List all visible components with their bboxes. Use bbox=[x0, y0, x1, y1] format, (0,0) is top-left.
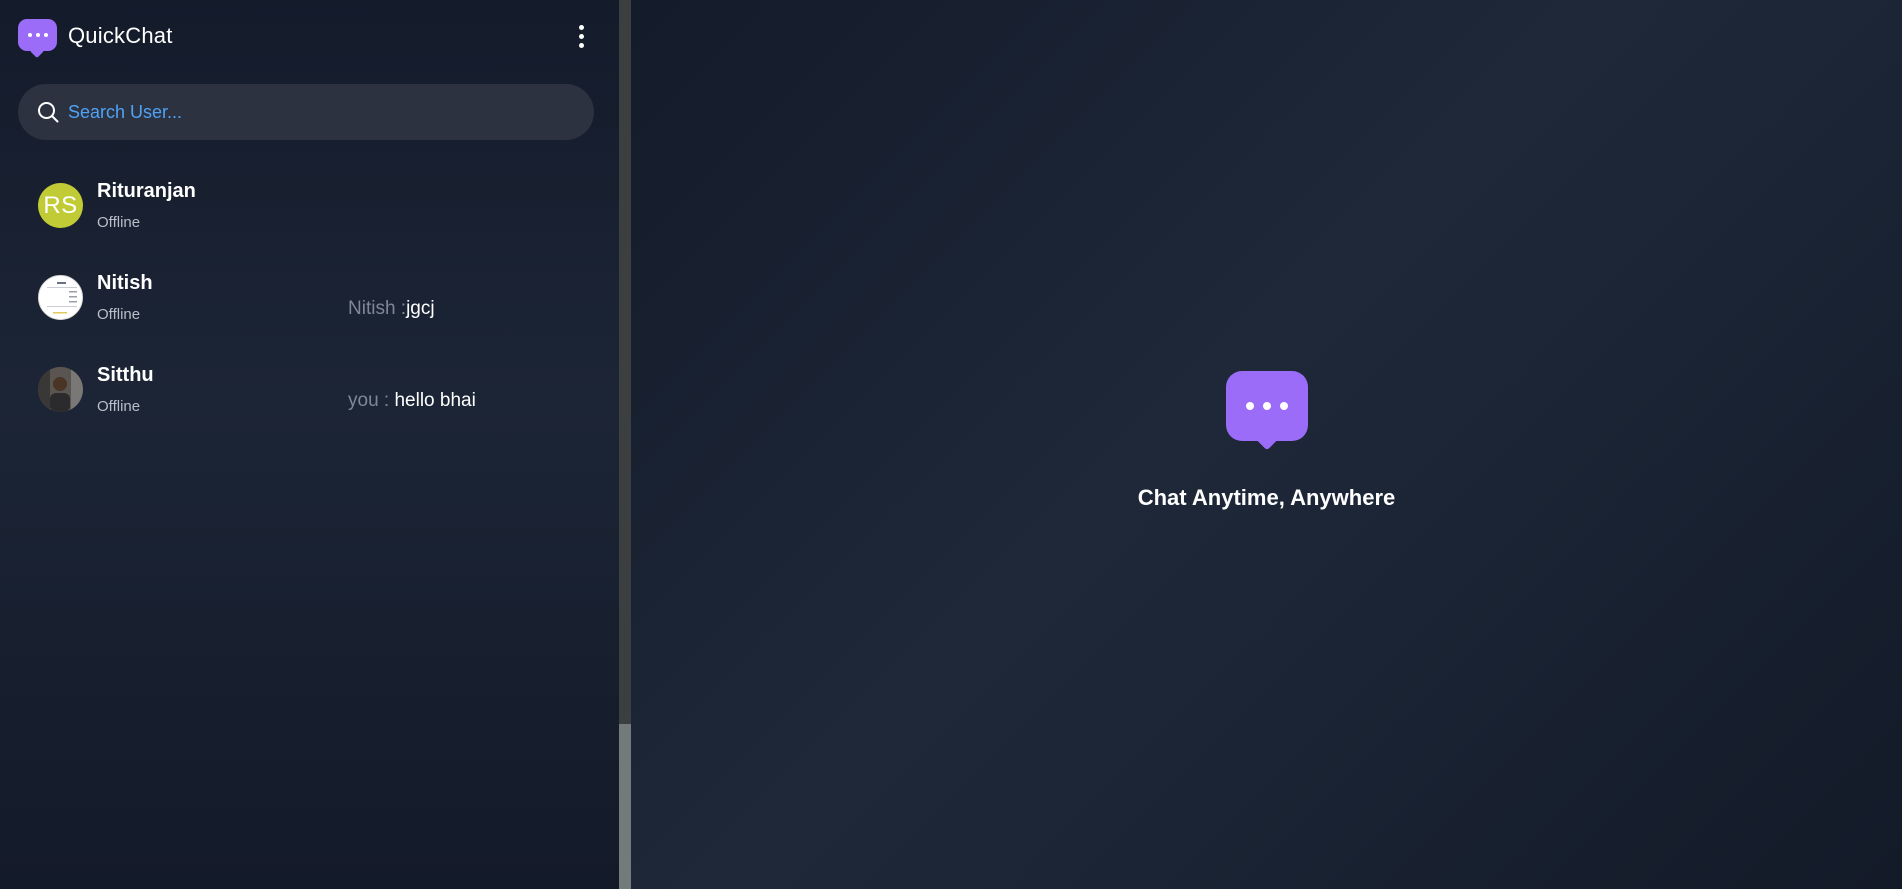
list-item[interactable]: Nitish Offline Nitish :jgcj bbox=[0, 260, 619, 352]
sidebar-scrollbar[interactable] bbox=[619, 0, 631, 889]
user-status: Offline bbox=[97, 398, 141, 415]
user-name: Nitish bbox=[97, 272, 153, 294]
last-message-sender: you : bbox=[348, 390, 390, 411]
search-bar[interactable] bbox=[18, 84, 594, 140]
search-icon bbox=[38, 102, 59, 123]
user-list: RS Rituranjan Offline Nitish Offline Nit… bbox=[0, 168, 619, 444]
tagline: Chat Anytime, Anywhere bbox=[1137, 485, 1396, 510]
avatar-image bbox=[38, 367, 83, 412]
list-item[interactable]: Sitthu Offline you : hello bhai bbox=[0, 352, 619, 444]
kebab-menu-icon[interactable] bbox=[570, 22, 592, 50]
last-message: you : hello bhai bbox=[348, 390, 476, 412]
user-status: Offline bbox=[97, 214, 141, 231]
chat-bubble-icon bbox=[18, 18, 57, 58]
chat-area: Chat Anytime, Anywhere bbox=[631, 0, 1902, 889]
sidebar: QuickChat RS Rituranjan Offline bbox=[0, 0, 619, 889]
app-name: QuickChat bbox=[68, 23, 173, 48]
search-input[interactable] bbox=[68, 97, 568, 127]
list-item[interactable]: RS Rituranjan Offline bbox=[0, 168, 619, 260]
avatar-image bbox=[39, 276, 82, 319]
chat-bubble-icon bbox=[1225, 371, 1308, 453]
avatar bbox=[38, 367, 83, 412]
user-name: Rituranjan bbox=[97, 180, 196, 202]
user-name: Sitthu bbox=[97, 364, 154, 386]
avatar: RS bbox=[38, 183, 83, 228]
avatar bbox=[38, 275, 83, 320]
app-root: QuickChat RS Rituranjan Offline bbox=[0, 0, 1902, 889]
last-message-text: jgcj bbox=[406, 298, 435, 319]
last-message: Nitish :jgcj bbox=[348, 298, 435, 320]
last-message-sender: Nitish : bbox=[348, 298, 407, 319]
scrollbar-thumb[interactable] bbox=[619, 724, 631, 889]
user-status: Offline bbox=[97, 306, 141, 323]
last-message-text: hello bhai bbox=[394, 390, 476, 411]
brand[interactable]: QuickChat bbox=[18, 16, 173, 58]
empty-state: Chat Anytime, Anywhere bbox=[631, 371, 1902, 511]
